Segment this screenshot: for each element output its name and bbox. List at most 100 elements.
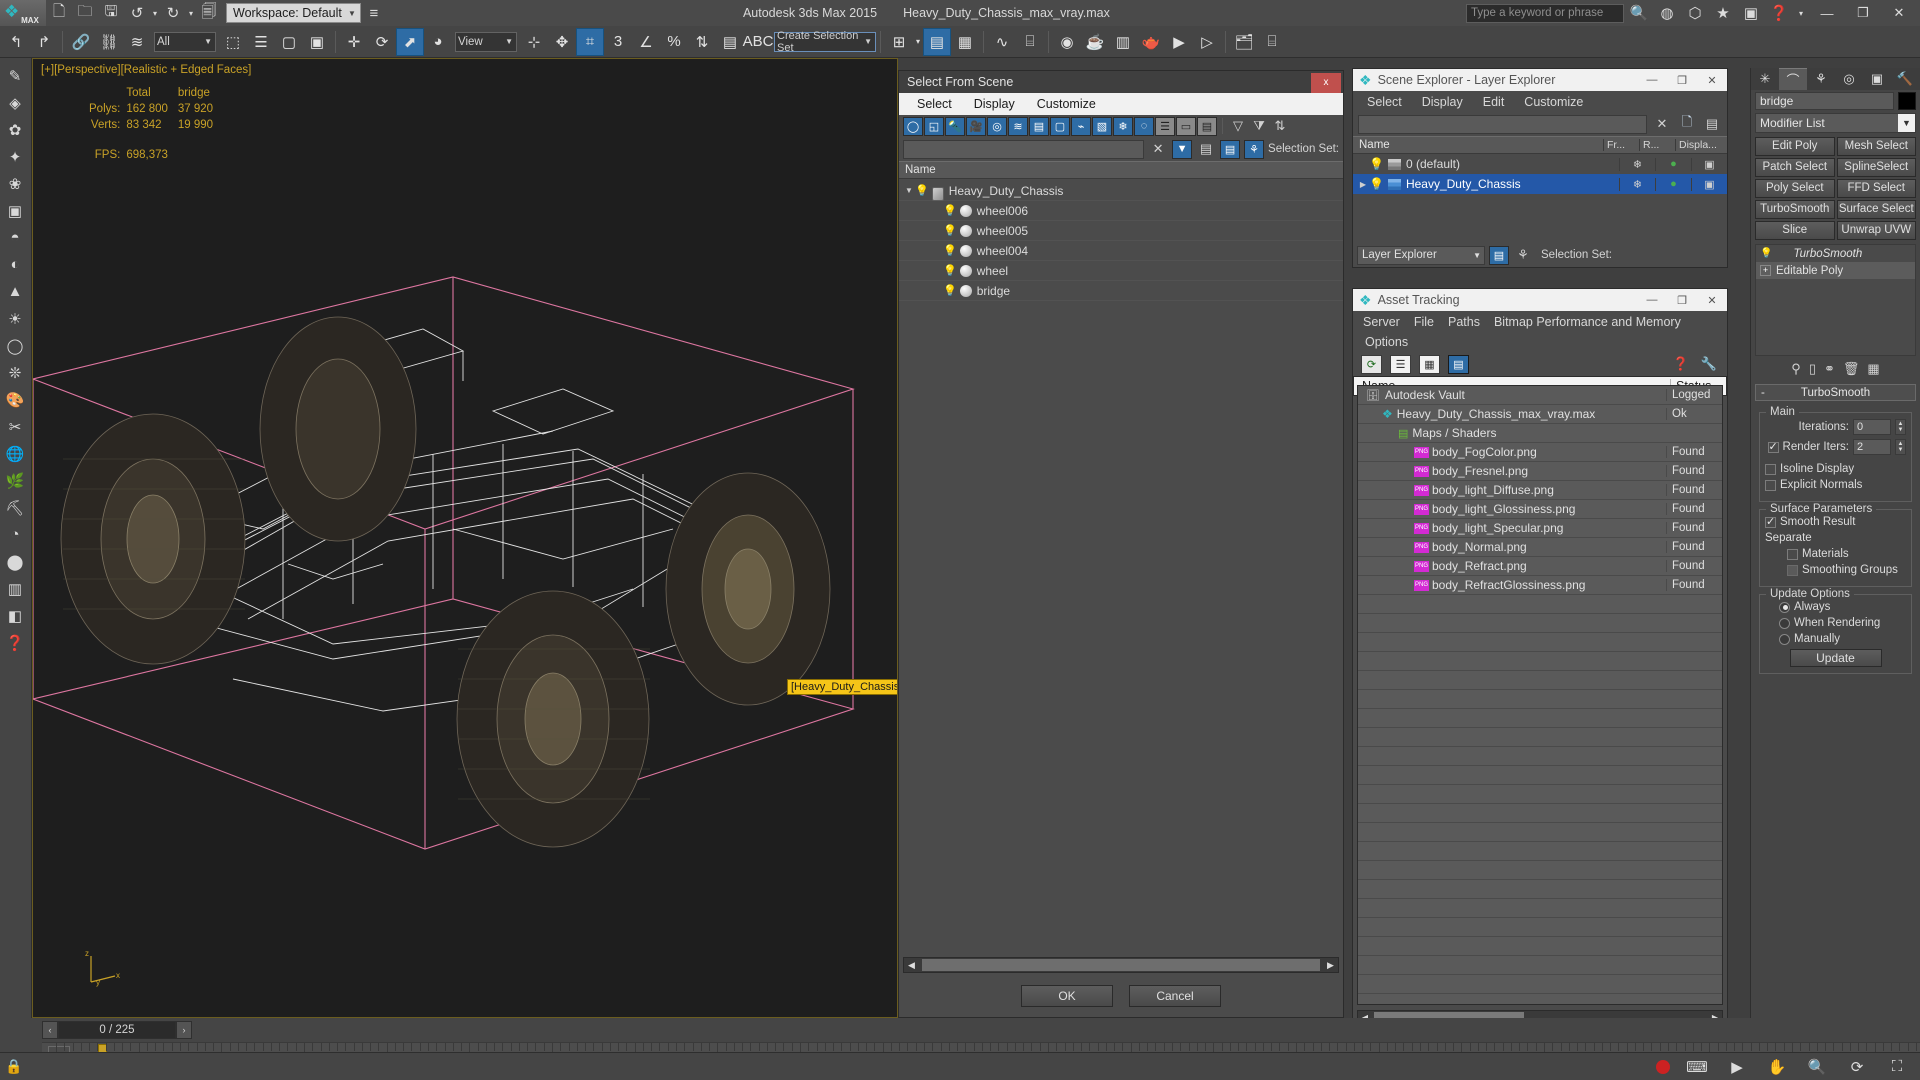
asset-row[interactable]: ❖ Heavy_Duty_Chassis_max_vray.max Ok [1358, 405, 1722, 424]
rectangular-selection-region-icon[interactable]: ▢ [275, 28, 303, 56]
vray-tool-10-icon[interactable]: ☀ [0, 305, 30, 332]
update-when-rendering-radio[interactable] [1779, 617, 1790, 629]
tab-create[interactable]: ✳ [1751, 68, 1779, 90]
bind-to-space-warp-icon[interactable]: ≋ [123, 28, 151, 56]
window-crossing-icon[interactable]: ▣ [303, 28, 331, 56]
asset-row[interactable]: PNG body_Refract.png Found [1358, 557, 1722, 576]
remove-modifier-icon[interactable]: 🗑 [1843, 361, 1860, 377]
refresh-icon[interactable]: ⟳ [1361, 354, 1382, 374]
favorites-star-icon[interactable]: ★ [1710, 0, 1736, 26]
vray-tool-3-icon[interactable]: ✿ [0, 116, 30, 143]
minimize-button[interactable]: — [1637, 70, 1667, 91]
layers-toggle-icon[interactable]: ▤ [1220, 139, 1241, 159]
named-selection-set-combo[interactable]: Create Selection Set ▼ [774, 30, 876, 54]
display-xrefs-icon[interactable]: ▢ [1050, 116, 1070, 136]
display-toggle-icon[interactable]: ▣ [1691, 157, 1727, 171]
menu-select[interactable]: Select [1367, 95, 1402, 109]
vray-tool-13-icon[interactable]: 🎨 [0, 386, 30, 413]
modifier-enable-bulb-icon[interactable]: 💡 [1760, 248, 1772, 259]
help-icon[interactable]: ❓ [1671, 355, 1691, 374]
display-frozen-icon[interactable]: ❄ [1113, 116, 1133, 136]
scroll-right-icon[interactable]: ▶ [1323, 960, 1338, 971]
asset-tracking-panel[interactable]: ❖ Asset Tracking — ❐ ✕ Server File Paths… [1352, 288, 1728, 1050]
tab-display[interactable]: ▣ [1863, 68, 1891, 90]
infocenter-search-icon[interactable]: 🔍 [1626, 0, 1652, 26]
object-name-input[interactable]: bridge [1755, 91, 1894, 110]
select-and-manipulate-icon[interactable]: ✥ [548, 28, 576, 56]
scene-object-list[interactable]: ▼ 💡 Heavy_Duty_Chassis 💡 wheel006 💡 wheel005 💡 w… [899, 181, 1343, 951]
light-bulb-icon[interactable]: 💡 [943, 244, 957, 257]
display-helpers-icon[interactable]: ◎ [987, 116, 1007, 136]
keyword-search-input[interactable]: Type a keyword or phrase [1466, 3, 1624, 23]
menu-select[interactable]: Select [917, 97, 952, 111]
pin-stack-icon[interactable]: ⚲ [1791, 361, 1801, 377]
menu-paths[interactable]: Paths [1448, 315, 1480, 329]
expand-arrow-icon[interactable]: ▶ [1357, 180, 1369, 189]
vray-tool-17-icon[interactable]: ⛏ [0, 494, 30, 521]
asset-row[interactable]: 🗄 Autodesk Vault Logged [1358, 386, 1722, 405]
layer-row[interactable]: 💡 0 (default) ❄ ● ▣ [1353, 154, 1727, 174]
snaps-toggle-icon[interactable]: ⌗ [576, 27, 604, 56]
redo-scene-icon[interactable]: ↱ [30, 28, 58, 56]
undo-dropdown-icon[interactable]: ▾ [150, 0, 160, 26]
show-end-result-icon[interactable]: ▯ [1809, 361, 1816, 377]
scene-object-row[interactable]: 💡 wheel004 [899, 241, 1343, 261]
menu-edit[interactable]: Edit [1483, 95, 1505, 109]
vray-tool-7-icon[interactable]: ◓ [0, 224, 30, 251]
prev-frame-button[interactable]: ‹ [42, 1021, 58, 1039]
undo-scene-icon[interactable]: ↰ [2, 28, 30, 56]
light-bulb-icon[interactable]: 💡 [943, 264, 957, 277]
modifier-list-combo[interactable]: Modifier List ▼ [1755, 113, 1916, 133]
ribbon-toggle-icon[interactable]: ▦ [951, 28, 979, 56]
asset-row[interactable]: ▤ Maps / Shaders [1358, 424, 1722, 443]
search-filter-icon[interactable]: ▼ [1172, 139, 1193, 159]
display-space-warps-icon[interactable]: ≋ [1008, 116, 1028, 136]
save-file-icon[interactable]: 🖫 [98, 0, 124, 26]
render-production-icon[interactable]: 🫖 [1137, 28, 1165, 56]
vray-tool-18-icon[interactable]: ◔ [0, 521, 30, 548]
render-iters-input[interactable]: 2 [1853, 439, 1891, 455]
tab-hierarchy[interactable]: ⚘ [1807, 68, 1835, 90]
search-input[interactable] [1358, 114, 1647, 134]
align-icon[interactable]: ⊞ [885, 28, 913, 56]
layer-row[interactable]: ▶ 💡 Heavy_Duty_Chassis ❄ ● ▣ [1353, 174, 1727, 194]
modifier-button-mesh-select[interactable]: Mesh Select [1836, 137, 1916, 156]
search-input[interactable] [903, 139, 1145, 159]
close-button[interactable]: ✕ [1882, 0, 1916, 26]
curve-editor-icon[interactable]: ∿ [988, 28, 1016, 56]
modifier-stack-row[interactable]: 💡 TurboSmooth [1756, 245, 1915, 262]
freeze-toggle-icon[interactable]: ❄ [1619, 157, 1655, 171]
maximize-button[interactable]: ❐ [1667, 290, 1697, 311]
tab-modify[interactable]: ⌒ [1779, 68, 1807, 90]
render-iters-spinner[interactable]: ▲ ▼ [1895, 439, 1906, 455]
modifier-button-patch-select[interactable]: Patch Select [1755, 158, 1835, 177]
layer-explorer-toggle-icon[interactable]: ▤ [1489, 245, 1509, 265]
maximize-button[interactable]: ❐ [1667, 70, 1697, 91]
explicit-normals-checkbox[interactable] [1765, 479, 1776, 491]
rollout-collapse-icon[interactable]: - [1761, 387, 1765, 399]
next-frame-button[interactable]: › [176, 1021, 192, 1039]
rendered-frame-window-icon[interactable]: ▥ [1109, 28, 1137, 56]
minimize-button[interactable]: — [1637, 290, 1667, 311]
vray-tool-6-icon[interactable]: ▣ [0, 197, 30, 224]
filter-advanced-icon[interactable]: ⧩ [1249, 117, 1269, 136]
list-view-icon[interactable]: ☰ [1390, 354, 1411, 374]
update-button[interactable]: Update [1789, 649, 1882, 667]
update-manually-radio[interactable] [1779, 633, 1790, 645]
scene-explorer-panel[interactable]: ❖ Scene Explorer - Layer Explorer — ❐ ✕ … [1352, 68, 1728, 268]
modifier-button-unwrap-uvw[interactable]: Unwrap UVW [1836, 221, 1916, 240]
materials-checkbox[interactable] [1787, 548, 1798, 560]
vray-tool-4-icon[interactable]: ✦ [0, 143, 30, 170]
light-bulb-icon[interactable]: 💡 [915, 184, 929, 197]
reference-coordinate-system-combo[interactable]: View ▼ [455, 31, 517, 52]
open-file-icon[interactable]: 🗀 [72, 0, 98, 26]
select-and-place-icon[interactable]: ◕ [424, 28, 452, 56]
column-freeze[interactable]: Fr... [1603, 139, 1639, 151]
settings-icon[interactable]: 🔧 [1699, 355, 1719, 374]
quick-access-overflow-icon[interactable]: ≡ [361, 0, 387, 26]
use-pivot-point-center-icon[interactable]: ⊹ [520, 28, 548, 56]
app-logo-icon[interactable]: ❖ MAX [0, 0, 46, 26]
status-lock-icon[interactable]: 🔒 [0, 1054, 28, 1080]
spinner-snap-icon[interactable]: ⇅ [688, 28, 716, 56]
vray-tool-21-icon[interactable]: ◧ [0, 602, 30, 629]
